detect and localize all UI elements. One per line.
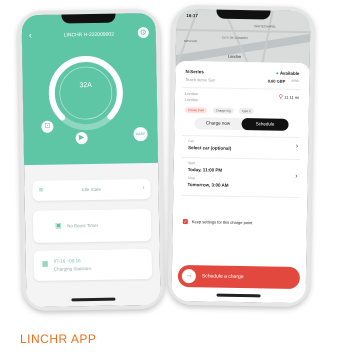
left-screen: ‹ LINCHR H-222009002 ⚙ 32A ⊡ ▶ FAST ≋ Id… — [21, 12, 161, 308]
charge-mode-toggle: Charge now Schedule — [194, 117, 289, 131]
map-road — [176, 28, 311, 34]
tag-private-park: Private Park — [184, 107, 208, 114]
stop-time[interactable]: Tomorrow, 3:00 AM — [187, 182, 228, 188]
tag-charge: Charge Ing — [212, 107, 234, 114]
schedule-charge-button[interactable]: → Schedule a charge — [177, 264, 301, 290]
tag-connector-type: Type 2 — [238, 107, 254, 115]
map-label: MAYFAIR — [183, 38, 197, 44]
divider — [183, 86, 302, 91]
notch — [216, 9, 271, 20]
keep-settings-checkbox[interactable]: ✓ — [182, 218, 188, 225]
map-label: CITY OF LONDON — [222, 35, 248, 41]
availability-badge: ● Available — [276, 71, 299, 76]
station-name: Teach demo Sun — [185, 77, 216, 83]
tab-charge-now[interactable]: Charge now — [194, 117, 241, 130]
status-time: 16:17 — [186, 13, 199, 19]
right-screen: WHITECHAPEL CITY OF LONDON MAYFAIR Londo… — [171, 8, 311, 304]
city-line-1: London — [185, 91, 199, 97]
chevron-right-icon[interactable]: › — [296, 143, 298, 150]
chevron-right-icon[interactable]: › — [295, 173, 297, 180]
divider — [181, 156, 300, 161]
location-pin-icon: ⚲ — [278, 94, 284, 101]
timer-icon: ▣ — [55, 222, 62, 230]
stop-label: Stop — [187, 176, 195, 181]
availability-text: Available — [279, 70, 300, 77]
map-label: WHITECHAPEL — [254, 24, 276, 29]
schedule-charge-label: Schedule a charge — [201, 273, 244, 281]
calendar-icon: ▦ — [41, 260, 49, 268]
home-indicator — [71, 297, 116, 302]
timer-card[interactable]: ▣ No Boost Timer — [32, 208, 152, 244]
price-unit: /kWh — [291, 78, 300, 84]
session-label: Charging Statistics — [53, 266, 92, 272]
start-label: Start — [187, 161, 196, 166]
keep-settings-label: Keep settings for this charge point — [191, 219, 253, 226]
start-time[interactable]: Today, 11:00 PM — [188, 167, 222, 173]
brand-title: LINCHR APP — [20, 332, 97, 346]
divider — [182, 134, 301, 139]
divider — [181, 194, 300, 199]
phone-left: ‹ LINCHR H-222009002 ⚙ 32A ⊡ ▶ FAST ≋ Id… — [17, 8, 165, 312]
car-label: Car — [188, 139, 194, 144]
tab-schedule[interactable]: Schedule — [241, 118, 289, 131]
session-card[interactable]: ▦ 07-16 ~08-16 Charging Statistics — [33, 248, 153, 282]
current-value: 32A — [79, 81, 92, 90]
series-name: N-Series — [185, 69, 204, 75]
distance: 11.11 mi — [284, 94, 300, 101]
price: 0.60 GBP — [267, 78, 286, 84]
arrow-right-icon: → — [181, 268, 197, 284]
current-gauge — [48, 56, 123, 131]
map-label: London — [227, 53, 242, 59]
notch — [61, 13, 116, 24]
chevron-right-icon: › — [142, 185, 145, 192]
status-card[interactable]: ≋ Idle State › — [32, 178, 151, 202]
session-date: 07-16 ~08-16 — [53, 258, 81, 264]
timer-text: No Boost Timer — [67, 222, 99, 229]
car-select[interactable]: Select car (optional) — [188, 145, 231, 151]
status-text: Idle State — [81, 186, 102, 193]
city-line-2: London — [184, 97, 199, 103]
phone-right: WHITECHAPEL CITY OF LONDON MAYFAIR Londo… — [167, 4, 315, 308]
